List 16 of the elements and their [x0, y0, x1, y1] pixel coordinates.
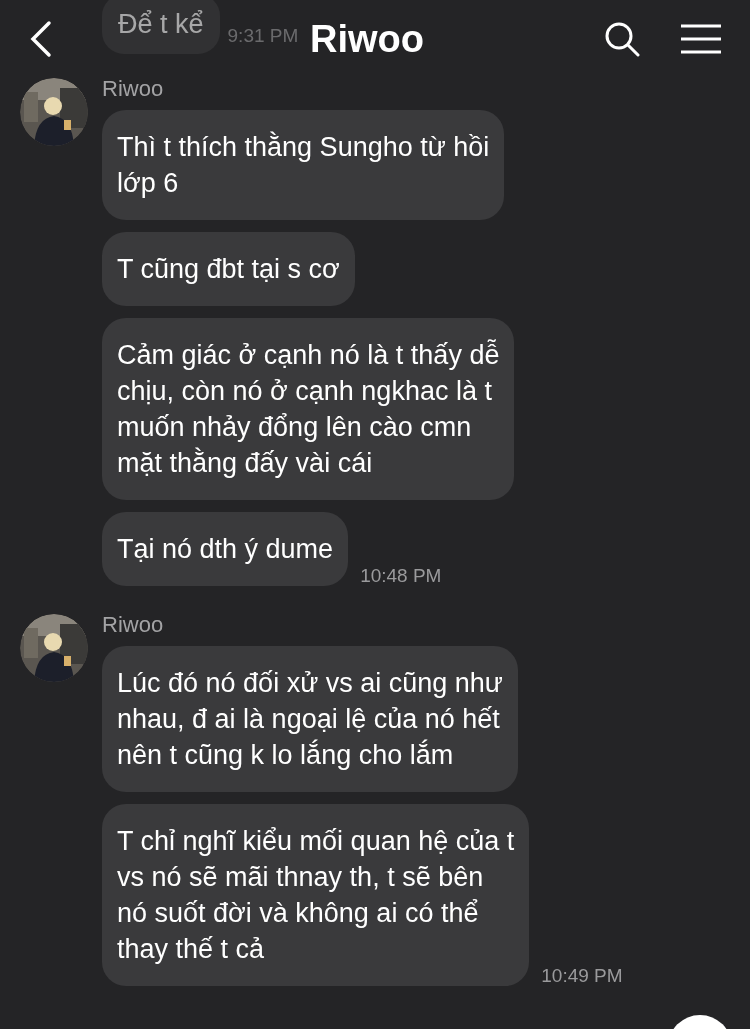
message-bubble: T cũng đbt tại s cơ [102, 232, 355, 306]
sender-name: Riwoo [102, 612, 165, 638]
message-bubble: Tại nó dth ý dume [102, 512, 349, 586]
message-bubble: Thì t thích thằng Sungho từ hồi lớp 6 [102, 110, 505, 220]
menu-icon [681, 24, 721, 54]
search-icon [604, 21, 640, 57]
message-time: 10:48 PM [360, 563, 442, 588]
chat-title: Riwoo [310, 16, 424, 62]
message-time: 9:31 PM [227, 23, 299, 48]
back-icon [28, 20, 52, 58]
message-bubble: T chỉ nghĩ kiểu mối quan hệ của t vs nó sẽ mãi thnay th, t sẽ bên nó suốt đời và không ai có thể thay thế t cả [102, 804, 530, 986]
message-time: 10:49 PM [541, 963, 623, 988]
message-bubble: Để t kể [102, 0, 220, 54]
sender-name: Riwoo [102, 76, 165, 102]
message-bubble: Lúc đó nó đối xử vs ai cũng như nhau, đ ai là ngoại lệ của nó hết nên t cũng k lo lắng cho lắm [102, 646, 518, 792]
message-bubble: Cảm giác ở cạnh nó là t thấy dễ chịu, còn nó ở cạnh ngkhac là t muốn nhảy đổng lên cào cmn mặt thằng đấy vài cái [102, 318, 515, 500]
